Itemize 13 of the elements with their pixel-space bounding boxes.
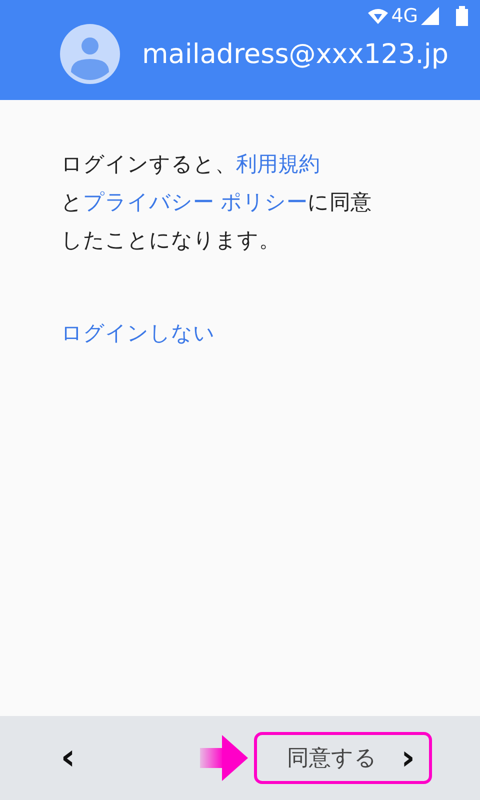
signal-icon — [421, 7, 439, 25]
network-type: 4G — [391, 6, 418, 26]
policy-link[interactable]: 利用規約 — [236, 152, 320, 176]
policy-link[interactable]: プライバシー ポリシー — [83, 190, 308, 214]
skip-login-link[interactable]: ログインしない — [61, 319, 215, 347]
account-email: mailadress@xxx123.jp — [142, 38, 448, 70]
pointer-arrow-icon — [200, 735, 248, 781]
agree-button[interactable]: 同意する › — [254, 732, 432, 784]
battery-icon — [456, 6, 468, 26]
wifi-icon — [368, 8, 388, 24]
consent-text: ログインすると、利用規約 と プライバシー ポリシーに同意 したことになります。 — [61, 151, 373, 254]
back-button[interactable]: ‹ — [58, 740, 78, 776]
avatar-icon — [60, 24, 120, 84]
